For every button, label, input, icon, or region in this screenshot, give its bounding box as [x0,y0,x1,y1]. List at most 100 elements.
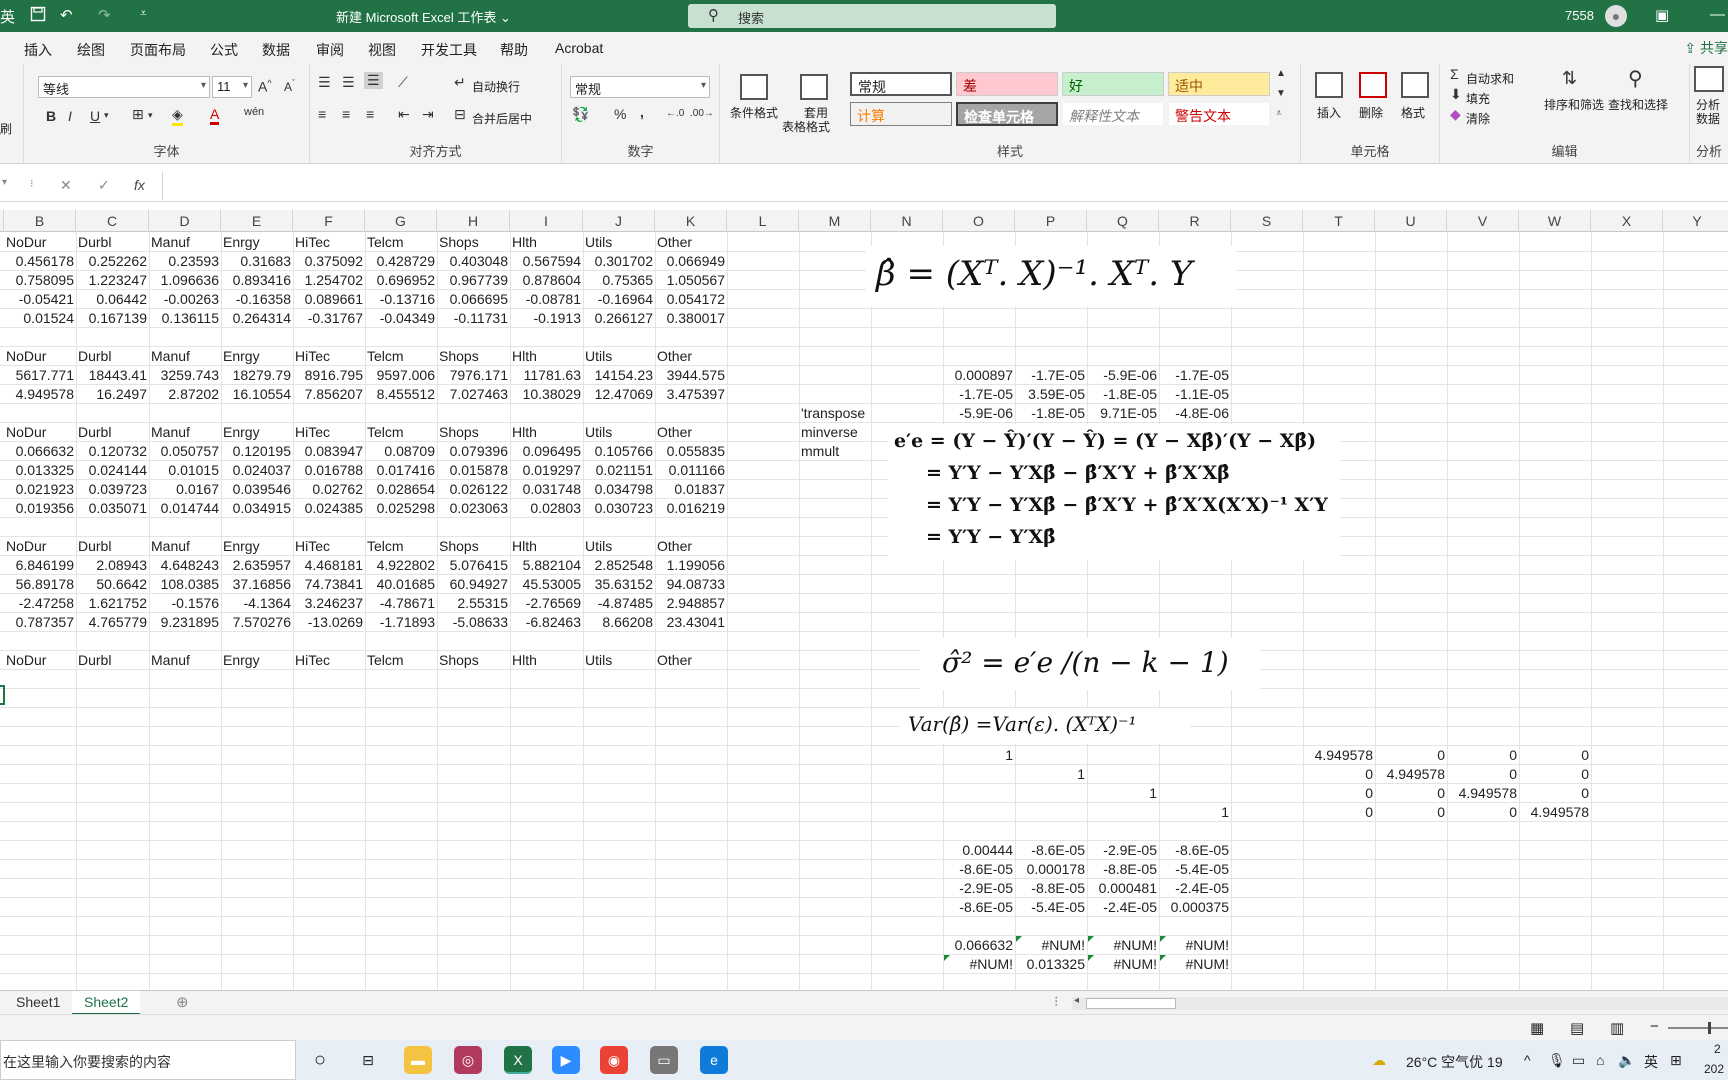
cell[interactable]: 9.231895 [149,613,221,632]
bold-button[interactable]: B [46,108,56,124]
worksheet-grid[interactable]: NoDur Durbl Manuf Enrgy HiTec Telcm Shops Hlth U… [0,232,1728,990]
column-header-j[interactable]: J [583,210,655,232]
cell[interactable]: Hlth [510,651,583,670]
cell[interactable]: 0.000481 [1087,879,1159,898]
cell[interactable]: 0.136115 [149,309,221,328]
phonetic-icon[interactable]: wén [244,106,264,118]
cell[interactable]: 0.000375 [1159,898,1231,917]
grow-font-button[interactable]: A^ [258,78,272,95]
style-neutral[interactable]: 适中 [1168,72,1270,96]
fill-icon[interactable]: ⬇ [1450,86,1462,103]
cell[interactable]: 0.039546 [221,480,293,499]
cell[interactable]: -0.08781 [510,290,583,309]
cell[interactable]: 0.013325 [1015,955,1087,974]
cell[interactable]: 0.02803 [510,499,583,518]
error-indicator-icon[interactable] [1160,955,1166,961]
cell[interactable]: -2.4E-05 [1159,879,1231,898]
border-icon[interactable]: ⊞ [132,106,144,123]
cell[interactable]: 14154.23 [583,366,655,385]
clear-icon[interactable]: ◆ [1450,106,1461,123]
cell[interactable]: 8916.795 [293,366,365,385]
cell[interactable]: 0.301702 [583,252,655,271]
microphone-icon[interactable]: 🎙 [1548,1052,1566,1069]
column-header-l[interactable]: L [727,210,799,232]
cell[interactable]: 6.846199 [4,556,76,575]
cell[interactable]: NoDur [4,651,76,670]
cell[interactable]: 1.254702 [293,271,365,290]
cell[interactable]: Hlth [510,233,583,252]
cell[interactable]: 0.105766 [583,442,655,461]
cell[interactable]: -8.8E-05 [1015,879,1087,898]
cell[interactable]: 3259.743 [149,366,221,385]
cell[interactable]: -5.08633 [437,613,510,632]
cell[interactable]: 0.00444 [943,841,1015,860]
folder-icon[interactable]: ▭ [650,1046,678,1074]
cortana-icon[interactable]: ○ [306,1046,334,1074]
cell[interactable]: -5.4E-05 [1015,898,1087,917]
style-warning[interactable]: 警告文本 [1168,102,1270,126]
cell[interactable]: 0.02762 [293,480,365,499]
cell[interactable]: Shops [437,233,510,252]
format-painter-label[interactable]: 刷 [0,120,12,137]
align-right-icon[interactable]: ≡ [366,106,374,122]
zoom-app-icon[interactable]: ▶ [552,1046,580,1074]
cell[interactable]: 0.013325 [4,461,76,480]
ime-indicator[interactable]: 英 [1644,1052,1658,1072]
zoom-out-icon[interactable]: − [1650,1018,1659,1035]
cell[interactable]: -1.8E-05 [1015,404,1087,423]
cell[interactable]: Telcm [365,423,437,442]
column-header-b[interactable]: B [4,210,76,232]
cell[interactable]: 0.120732 [76,442,149,461]
name-box-dropdown-icon[interactable]: ▾ [2,177,7,188]
font-color-icon[interactable]: A [210,106,220,125]
cell[interactable]: 0.055835 [655,442,727,461]
clear-button[interactable]: 清除 [1466,110,1490,127]
cell[interactable]: 0.0167 [149,480,221,499]
clock-time[interactable]: 2 [1714,1042,1721,1056]
style-bad[interactable]: 差 [956,72,1058,96]
shrink-font-button[interactable]: Aˇ [284,78,295,94]
cell[interactable]: -0.16358 [221,290,293,309]
cell[interactable]: Manuf [149,651,221,670]
cell[interactable]: 0.023063 [437,499,510,518]
cell[interactable]: 0 [1303,803,1375,822]
cell[interactable]: #NUM! [1087,936,1159,955]
cell[interactable]: 0.024144 [76,461,149,480]
cell[interactable]: Enrgy [221,651,293,670]
comma-button[interactable]: , [640,104,644,120]
sheet-tab-sheet2[interactable]: Sheet2 [72,991,141,1015]
column-header-w[interactable]: W [1519,210,1591,232]
cell[interactable]: 4.949578 [1375,765,1447,784]
cell[interactable]: NoDur [4,537,76,556]
app-icon[interactable]: 英 [0,6,15,27]
cell[interactable]: 0.266127 [583,309,655,328]
cell[interactable]: -0.11731 [437,309,510,328]
cell[interactable]: 0 [1303,765,1375,784]
cell[interactable]: #NUM! [1159,955,1231,974]
cell[interactable]: 8.455512 [365,385,437,404]
cell[interactable]: -5.4E-05 [1159,860,1231,879]
cell[interactable]: 4.949578 [1447,784,1519,803]
cell[interactable]: Durbl [76,233,149,252]
cell[interactable]: 9.71E-05 [1087,404,1159,423]
cell[interactable]: 0.016788 [293,461,365,480]
cell[interactable]: 16.2497 [76,385,149,404]
cell[interactable]: 0.23593 [149,252,221,271]
delete-cells-icon[interactable] [1359,72,1387,98]
cell[interactable]: Enrgy [221,347,293,366]
cell[interactable]: 0 [1375,746,1447,765]
cell[interactable]: Enrgy [221,233,293,252]
cell[interactable]: 4.949578 [4,385,76,404]
cell[interactable]: 5.076415 [437,556,510,575]
cell[interactable]: 35.63152 [583,575,655,594]
style-good[interactable]: 好 [1062,72,1164,96]
tab-view[interactable]: 视图 [368,40,396,60]
tray-expand-icon[interactable]: ^ [1524,1052,1531,1068]
cell[interactable]: 7.856207 [293,385,365,404]
tab-formulas[interactable]: 公式 [210,40,238,60]
cell[interactable]: Telcm [365,537,437,556]
find-select-icon[interactable]: ⚲ [1628,66,1643,91]
cell[interactable]: -0.31767 [293,309,365,328]
ribbon-display-icon[interactable]: ▣ [1655,6,1669,24]
add-sheet-icon[interactable]: ⊕ [176,993,189,1011]
